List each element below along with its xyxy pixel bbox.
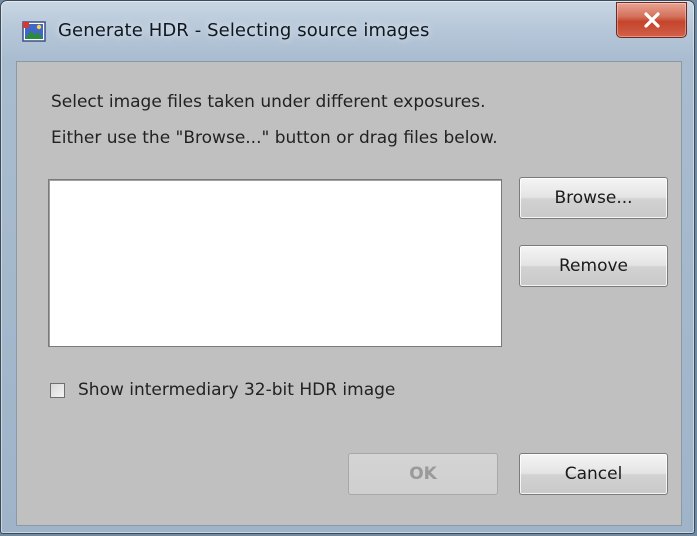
close-x-icon <box>644 12 660 28</box>
hdr-image-icon <box>22 20 46 44</box>
ok-button: OK <box>348 453 498 495</box>
dialog-body: Select image files taken under different… <box>16 61 682 526</box>
source-file-list[interactable] <box>48 179 502 347</box>
browse-button[interactable]: Browse... <box>519 177 668 219</box>
close-button[interactable] <box>616 2 687 38</box>
instruction-browse-or-drag: Either use the "Browse..." button or dra… <box>51 128 498 148</box>
window-title: Generate HDR - Selecting source images <box>58 20 430 41</box>
instruction-select-files: Select image files taken under different… <box>51 92 486 112</box>
dialog-window: Generate HDR - Selecting source images S… <box>0 0 695 534</box>
show-intermediary-label[interactable]: Show intermediary 32-bit HDR image <box>78 380 395 400</box>
title-bar[interactable]: Generate HDR - Selecting source images <box>1 1 694 61</box>
remove-button[interactable]: Remove <box>519 245 668 287</box>
show-intermediary-checkbox[interactable] <box>50 383 65 398</box>
cancel-button[interactable]: Cancel <box>519 453 668 495</box>
